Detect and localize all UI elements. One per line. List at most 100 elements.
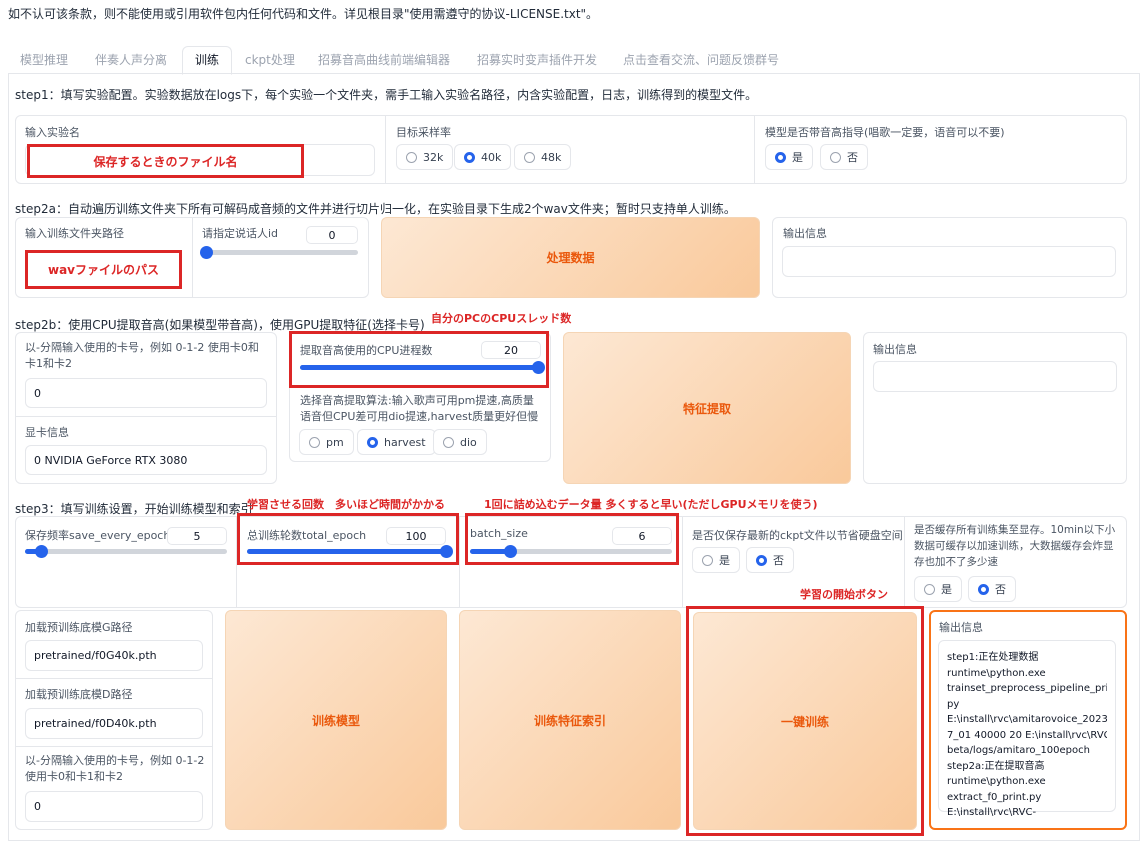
radio-label: 32k <box>423 150 444 164</box>
gpu-info-label: 显卡信息 <box>25 426 69 439</box>
tab-ckpt[interactable]: ckpt处理 <box>245 47 295 73</box>
cpu-annotation: 自分のPCのCPUスレッド数 <box>431 312 572 325</box>
pitch-method-label: 选择音高提取算法:输入歌声可用pm提速,高质量语音但CPU差可用dio提速,ha… <box>300 394 539 423</box>
pretrained-d-input[interactable]: pretrained/f0D40k.pth <box>25 708 203 739</box>
radio-off-icon <box>924 583 935 595</box>
radio-on-icon <box>367 436 378 448</box>
output-label: 输出信息 <box>939 621 983 634</box>
f0-no-radio[interactable]: 否 <box>820 144 868 170</box>
radio-label: dio <box>460 435 477 449</box>
train-path-annotation: wavファイルのパス <box>47 263 159 277</box>
radio-label: 是 <box>719 554 730 567</box>
divider <box>15 416 277 417</box>
batch-size-number[interactable]: 6 <box>612 527 672 545</box>
slider-thumb[interactable] <box>532 361 545 374</box>
save-latest-label: 是否仅保存最新的ckpt文件以节省硬盘空间 <box>692 529 903 542</box>
step2a-output-box[interactable] <box>782 246 1116 277</box>
total-epoch-number[interactable]: 100 <box>386 527 446 545</box>
save-every-slider[interactable] <box>25 545 227 558</box>
step3-output-box[interactable]: step1:正在处理数据 runtime\python.exe trainset… <box>938 640 1116 818</box>
radio-label: pm <box>326 435 344 449</box>
radio-label: 否 <box>773 554 784 567</box>
start-annotation: 学習の開始ボタン <box>800 588 888 601</box>
radio-on-icon <box>756 554 767 566</box>
one-click-train-button[interactable]: 一键训练 <box>693 612 917 830</box>
output-label: 输出信息 <box>873 343 917 356</box>
train-index-button[interactable]: 训练特征索引 <box>459 610 681 830</box>
step2b-output-box[interactable] <box>873 361 1117 392</box>
train-gpus-label: 以-分隔输入使用的卡号，例如 0-1-2 使用卡0和卡1和卡2 <box>25 754 205 783</box>
epochs-annotation: 学習させる回数 多いほど時間がかかる <box>247 498 445 511</box>
cache-no-radio[interactable]: 否 <box>968 576 1016 602</box>
process-data-button[interactable]: 处理数据 <box>381 217 760 298</box>
divider <box>15 678 213 679</box>
speaker-id-number[interactable]: 0 <box>306 226 358 244</box>
cpu-number[interactable]: 20 <box>481 341 541 359</box>
radio-label: 48k <box>541 150 562 164</box>
sr-48k-radio[interactable]: 48k <box>514 144 572 170</box>
radio-off-icon <box>524 151 535 163</box>
radio-on-icon <box>464 151 475 163</box>
sr-40k-radio[interactable]: 40k <box>454 144 512 170</box>
slider-thumb[interactable] <box>200 246 213 259</box>
tab-pitch-editor[interactable]: 招募音高曲线前端编辑器 <box>318 47 450 73</box>
save-latest-yes-radio[interactable]: 是 <box>692 547 740 573</box>
step2a-title: step2a：自动遍历训练文件夹下所有可解码成音频的文件并进行切片归一化，在实验… <box>15 202 736 216</box>
pretrained-g-label: 加载预训练底模G路径 <box>25 621 133 634</box>
divider <box>904 516 905 608</box>
pretrained-g-input[interactable]: pretrained/f0G40k.pth <box>25 640 203 671</box>
f0-yes-radio[interactable]: 是 <box>765 144 813 170</box>
train-gpus-input[interactable]: 0 <box>25 791 203 822</box>
total-epoch-slider[interactable] <box>247 545 453 558</box>
output-label: 输出信息 <box>783 227 827 240</box>
save-latest-no-radio[interactable]: 否 <box>746 547 794 573</box>
tab-community[interactable]: 点击查看交流、问题反馈群号 <box>623 47 779 73</box>
save-every-label: 保存频率save_every_epoch <box>25 529 171 542</box>
step1-title: step1：填写实验配置。实验数据放在logs下，每个实验一个文件夹，需手工输入… <box>15 88 758 102</box>
gpu-info-box[interactable]: 0 NVIDIA GeForce RTX 3080 <box>25 445 267 475</box>
method-dio-radio[interactable]: dio <box>433 429 487 455</box>
save-every-number[interactable]: 5 <box>167 527 227 545</box>
method-pm-radio[interactable]: pm <box>299 429 354 455</box>
sr-32k-radio[interactable]: 32k <box>396 144 454 170</box>
batch-size-label: batch_size <box>470 527 528 540</box>
sample-rate-label: 目标采样率 <box>396 126 451 139</box>
batch-size-slider[interactable] <box>470 545 672 558</box>
tab-vocal-separation[interactable]: 伴奏人声分离 <box>95 47 167 73</box>
slider-fill <box>300 365 538 370</box>
speaker-id-label: 请指定说话人id <box>202 227 279 240</box>
tab-train[interactable]: 训练 <box>182 46 233 75</box>
tab-realtime-plugin[interactable]: 招募实时变声插件开发 <box>477 47 597 73</box>
radio-off-icon <box>309 436 320 448</box>
cache-label: 是否缓存所有训练集至显存。10min以下小数据可缓存以加速训练，大数据缓存会炸显… <box>914 524 1116 568</box>
tab-inference[interactable]: 模型推理 <box>20 47 68 73</box>
radio-on-icon <box>775 151 786 163</box>
divider <box>682 516 683 608</box>
train-path-input[interactable]: wavファイルのパス <box>25 250 182 289</box>
radio-label: 是 <box>941 583 952 596</box>
step3-title: step3：填写训练设置，开始训练模型和索引 <box>15 502 253 516</box>
cpu-label: 提取音高使用的CPU进程数 <box>300 344 433 357</box>
slider-thumb[interactable] <box>440 545 453 558</box>
cache-yes-radio[interactable]: 是 <box>914 576 962 602</box>
gpus-input[interactable]: 0 <box>25 378 267 408</box>
radio-off-icon <box>406 151 417 163</box>
radio-label: 40k <box>481 150 502 164</box>
divider <box>385 115 386 184</box>
exp-name-label: 输入实验名 <box>25 126 80 139</box>
gpus-label: 以-分隔输入使用的卡号，例如 0-1-2 使用卡0和卡1和卡2 <box>25 341 259 370</box>
radio-label: harvest <box>384 435 426 449</box>
radio-off-icon <box>443 436 454 448</box>
train-model-button[interactable]: 训练模型 <box>225 610 447 830</box>
radio-label: 否 <box>995 583 1006 596</box>
divider <box>15 746 213 747</box>
radio-off-icon <box>830 151 841 163</box>
slider-fill <box>247 549 446 554</box>
feature-extract-button[interactable]: 特征提取 <box>563 332 851 484</box>
method-harvest-radio[interactable]: harvest <box>357 429 436 455</box>
license-notice: 如不认可该条款，则不能使用或引用软件包内任何代码和文件。详见根目录"使用需遵守的… <box>8 7 599 21</box>
cpu-slider[interactable] <box>300 361 545 374</box>
speaker-id-slider[interactable] <box>200 246 358 259</box>
exp-name-annotation: 保存するときのファイル名 <box>93 154 238 169</box>
divider <box>754 115 755 184</box>
